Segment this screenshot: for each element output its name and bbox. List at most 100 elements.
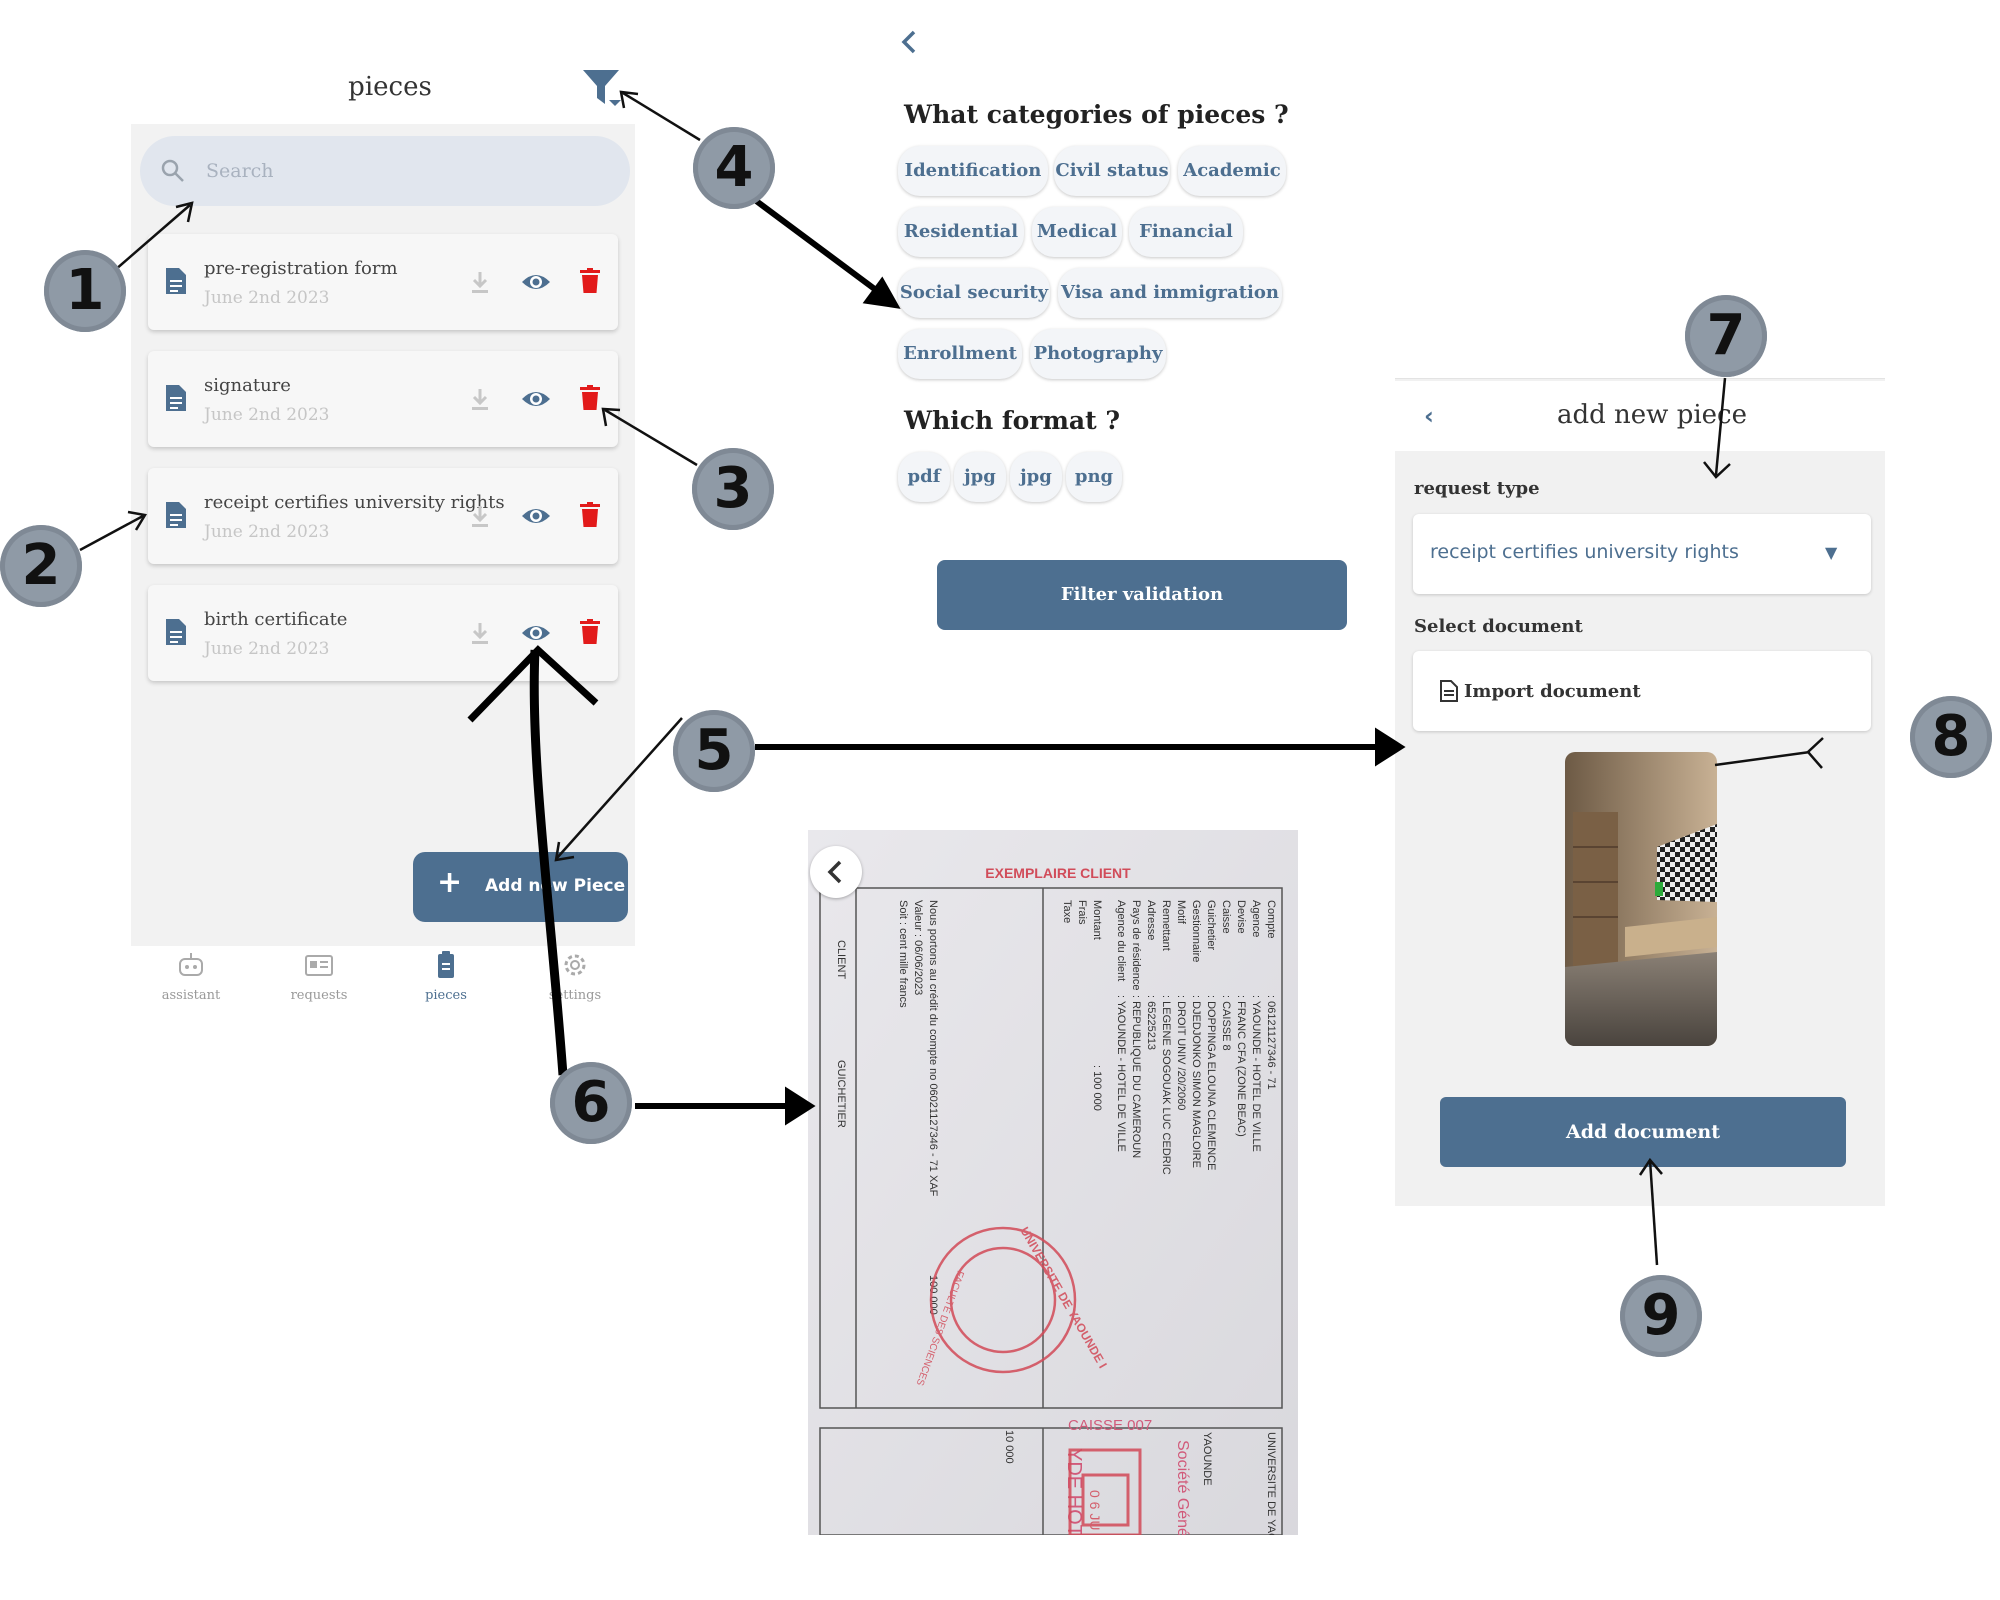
request-type-value: receipt certifies university rights: [1430, 541, 1739, 563]
select-document-label: Select document: [1414, 616, 1583, 637]
field-value: : 06121127346 - 71: [1265, 995, 1277, 1090]
category-chip[interactable]: Enrollment: [898, 329, 1022, 379]
document-icon: [164, 617, 188, 651]
marker-3: 3: [692, 448, 774, 530]
field-label: Frais: [1076, 900, 1088, 925]
add-piece-title: add new piece: [1557, 400, 1747, 430]
filter-icon: [583, 70, 621, 106]
plus-icon: +: [437, 865, 463, 900]
document-preview-image: [1565, 752, 1717, 1046]
stamp-date: 0 6 JU: [1087, 1490, 1103, 1530]
receipt-lower-text: YAOUNDE: [1201, 1432, 1213, 1486]
category-chip[interactable]: Academic: [1178, 146, 1286, 196]
nav-assistant[interactable]: assistant: [136, 950, 246, 1003]
back-button[interactable]: [896, 24, 926, 60]
category-chip[interactable]: Financial: [1129, 207, 1243, 257]
delete-icon[interactable]: [580, 268, 600, 298]
clipboard-icon: [438, 951, 454, 978]
field-label: Agence du client: [1115, 900, 1127, 981]
nav-settings[interactable]: settings: [520, 950, 630, 1003]
field-value: : DJEDJONKO SIMON MAGLOIRE: [1190, 995, 1202, 1168]
category-chip[interactable]: Residential: [898, 207, 1024, 257]
receipt-note: Soit : cent mille francs: [897, 900, 909, 1008]
categories-title: What categories of pieces ?: [904, 100, 1289, 129]
piece-date: June 2nd 2023: [204, 522, 330, 542]
chevron-left-icon: ‹: [1424, 402, 1434, 430]
category-chip[interactable]: Visa and immigration: [1058, 268, 1282, 318]
field-label: Guichetier: [1205, 900, 1217, 950]
receipt-note: Nous portons au crédit du compte no 0602…: [927, 900, 939, 1197]
field-label: Gestionnaire: [1190, 900, 1202, 962]
add-piece-button[interactable]: + Add new Piece: [413, 852, 628, 922]
nav-label: requests: [290, 988, 348, 1003]
download-icon[interactable]: [468, 270, 492, 298]
category-chip[interactable]: Photography: [1030, 329, 1166, 379]
chevron-left-icon: [901, 30, 916, 54]
list-item[interactable]: birth certificate June 2nd 2023: [148, 585, 618, 681]
format-chip[interactable]: jpg: [1010, 452, 1062, 502]
document-icon: [164, 266, 188, 300]
document-icon: [1440, 680, 1458, 706]
field-value: : DROIT UNIV /20/2060: [1175, 995, 1187, 1110]
view-icon[interactable]: [520, 387, 552, 415]
download-icon[interactable]: [468, 504, 492, 532]
add-document-button[interactable]: Add document: [1440, 1097, 1846, 1167]
field-label: Pays de résidence: [1130, 900, 1142, 991]
back-button[interactable]: ‹: [1424, 402, 1434, 430]
document-icon: [164, 500, 188, 534]
filter-button[interactable]: [575, 64, 625, 110]
field-value: : 100 000: [1091, 1065, 1103, 1111]
chevron-left-icon: [827, 860, 842, 884]
id-card-icon: [305, 955, 333, 976]
nav-pieces[interactable]: pieces: [391, 950, 501, 1003]
field-value: : LEGENE SOGOUAK LUC CEDRIC: [1160, 995, 1172, 1175]
filter-validation-button[interactable]: Filter validation: [937, 560, 1347, 630]
page-title: pieces: [348, 72, 432, 102]
field-label: Adresse: [1145, 900, 1157, 940]
view-icon[interactable]: [520, 621, 552, 649]
category-chip[interactable]: Identification: [898, 146, 1048, 196]
field-value: : YAOUNDE - HOTEL DE VILLE: [1250, 995, 1262, 1152]
receipt-lower-text: UNIVERSITE DE YAOUNDE: [1265, 1432, 1277, 1535]
piece-date: June 2nd 2023: [204, 405, 330, 425]
field-label: Compte: [1265, 900, 1277, 939]
delete-icon[interactable]: [580, 502, 600, 532]
list-item[interactable]: signature June 2nd 2023: [148, 351, 618, 447]
field-value: : CAISSE 8: [1220, 995, 1232, 1051]
nav-requests[interactable]: requests: [264, 950, 374, 1003]
receipt-photo: EXEMPLAIRE CLIENT Compte Agence Devise C…: [808, 830, 1298, 1535]
arrowhead: [862, 276, 901, 309]
field-label: Remettant: [1160, 900, 1172, 951]
category-chip[interactable]: Medical: [1032, 207, 1122, 257]
back-button[interactable]: [810, 846, 862, 898]
receipt-amount: 10 000: [1003, 1430, 1015, 1464]
nav-label: assistant: [161, 988, 221, 1003]
marker-1: 1: [44, 250, 126, 332]
field-label: Caisse: [1220, 900, 1232, 934]
field-label: Agence: [1250, 900, 1262, 937]
format-chip[interactable]: png: [1066, 452, 1122, 502]
category-chip[interactable]: Social security: [898, 268, 1050, 318]
marker-2: 2: [0, 525, 82, 607]
delete-icon[interactable]: [580, 619, 600, 649]
field-value: : 65225213: [1145, 995, 1157, 1050]
list-item[interactable]: pre-registration form June 2nd 2023: [148, 234, 618, 330]
view-icon[interactable]: [520, 504, 552, 532]
piece-name: pre-registration form: [204, 258, 398, 279]
view-icon[interactable]: [520, 270, 552, 298]
list-item[interactable]: receipt certifies university rights June…: [148, 468, 618, 564]
nav-label: settings: [548, 988, 602, 1003]
robot-icon: [179, 953, 203, 976]
delete-icon[interactable]: [580, 385, 600, 415]
field-label: Taxe: [1061, 900, 1073, 923]
format-chip[interactable]: jpg: [954, 452, 1006, 502]
format-chip[interactable]: pdf: [898, 452, 950, 502]
field-label: Motif: [1175, 900, 1187, 925]
receipt-header: EXEMPLAIRE CLIENT: [985, 865, 1131, 881]
download-icon[interactable]: [468, 387, 492, 415]
marker-6: 6: [550, 1062, 632, 1144]
download-icon[interactable]: [468, 621, 492, 649]
marker-7: 7: [1685, 295, 1767, 377]
import-document-label: Import document: [1464, 681, 1641, 702]
category-chip[interactable]: Civil status: [1054, 146, 1170, 196]
